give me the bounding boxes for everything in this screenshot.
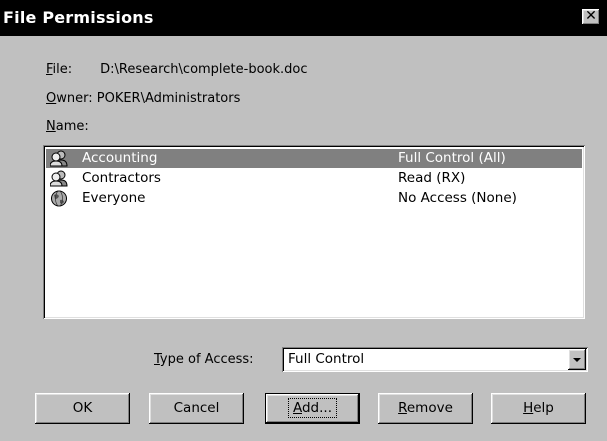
list-item-name: Contractors	[82, 170, 161, 186]
globe-icon	[50, 190, 68, 207]
owner-info: Owner: POKER\Administrators	[46, 91, 240, 106]
help-button-label: Help	[523, 400, 554, 416]
add-button-label: Add...	[287, 398, 337, 418]
list-item-access: Full Control (All)	[398, 150, 506, 166]
list-item-contractors[interactable]: Contractors Read (RX)	[46, 169, 582, 188]
group-icon	[49, 150, 68, 167]
dropdown-button[interactable]	[568, 349, 586, 370]
remove-button-label: Remove	[398, 400, 453, 416]
type-of-access-value: Full Control	[288, 351, 365, 367]
list-item-access: Read (RX)	[398, 170, 466, 186]
type-of-access-select[interactable]: Full Control	[282, 347, 588, 372]
close-button[interactable]: ✕	[582, 9, 600, 25]
file-info: File: D:\Research\complete-book.doc	[46, 62, 308, 77]
close-icon: ✕	[585, 8, 597, 24]
list-item-accounting[interactable]: Accounting Full Control (All)	[46, 149, 582, 168]
cancel-button-label: Cancel	[173, 400, 220, 416]
cancel-button[interactable]: Cancel	[149, 393, 244, 424]
list-item-name: Accounting	[82, 150, 158, 166]
list-item-everyone[interactable]: Everyone No Access (None)	[46, 189, 582, 208]
list-item-access: No Access (None)	[398, 190, 517, 206]
help-button[interactable]: Help	[491, 393, 586, 424]
chevron-down-icon	[573, 358, 581, 362]
name-info: Name:	[46, 119, 89, 134]
owner-label: Owner:	[46, 91, 93, 106]
ok-button-label: OK	[72, 400, 93, 416]
type-of-access-label: Type of Access:	[154, 352, 254, 367]
list-item-name: Everyone	[82, 190, 146, 206]
add-button[interactable]: Add...	[265, 393, 360, 424]
file-permissions-dialog: File Permissions ✕ File: D:\Research\com…	[0, 0, 607, 441]
name-label: Name:	[46, 119, 89, 134]
permissions-list[interactable]: Accounting Full Control (All) Contractor…	[43, 145, 585, 319]
title-bar[interactable]: File Permissions ✕	[0, 0, 607, 36]
remove-button[interactable]: Remove	[378, 393, 473, 424]
group-icon	[49, 170, 68, 187]
file-path: D:\Research\complete-book.doc	[100, 62, 308, 77]
owner-value: POKER\Administrators	[96, 91, 241, 106]
window-title: File Permissions	[3, 8, 154, 27]
ok-button[interactable]: OK	[35, 393, 130, 424]
file-label: File:	[46, 62, 73, 77]
